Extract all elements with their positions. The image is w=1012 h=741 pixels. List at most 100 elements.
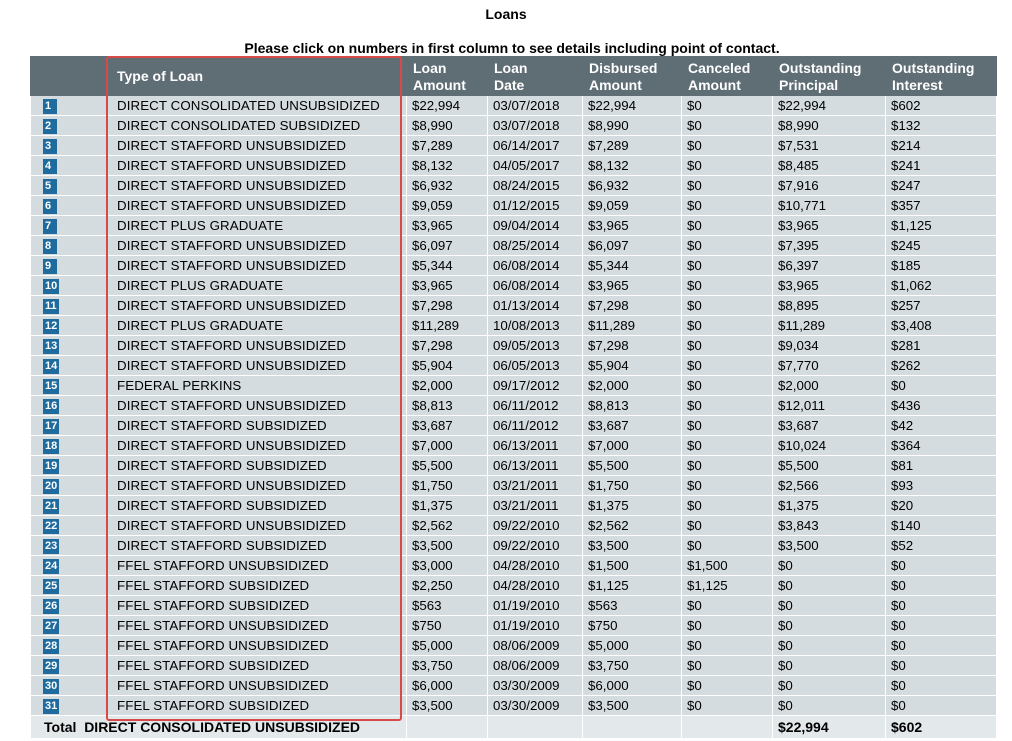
row-number-cell: 2 [30,115,107,136]
loan-detail-link[interactable]: 24 [43,558,60,574]
outstanding-interest-cell: $0 [885,575,997,596]
canceled-amount-cell: $0 [681,595,773,616]
canceled-amount-cell: $0 [681,455,773,476]
disbursed-amount-cell: $2,562 [582,515,682,536]
loan-detail-link[interactable]: 9 [43,258,57,274]
canceled-amount-cell: $0 [681,495,773,516]
loan-date-cell: 01/19/2010 [487,615,583,636]
outstanding-interest-cell: $42 [885,415,997,436]
loan-detail-link[interactable]: 10 [43,278,60,294]
loan-amount-cell: $8,132 [406,155,488,176]
loan-detail-link[interactable]: 4 [43,158,57,174]
table-row: 26 FFEL STAFFORD SUBSIDIZED $563 01/19/2010… [30,595,997,616]
total-empty-cell [406,715,488,739]
loan-amount-cell: $7,298 [406,295,488,316]
loan-detail-link[interactable]: 12 [43,318,60,334]
loan-detail-link[interactable]: 11 [43,298,59,314]
loan-detail-link[interactable]: 26 [43,598,60,614]
loan-type-cell: FFEL STAFFORD UNSUBSIDIZED [106,615,407,636]
loan-type-cell: DIRECT STAFFORD SUBSIDIZED [106,535,407,556]
loan-detail-link[interactable]: 25 [43,578,60,594]
loan-date-cell: 03/30/2009 [487,695,583,716]
loan-detail-link[interactable]: 21 [43,498,60,514]
loan-amount-cell: $11,289 [406,315,488,336]
loan-detail-link[interactable]: 27 [43,618,60,634]
loan-type-cell: DIRECT CONSOLIDATED SUBSIDIZED [106,115,407,136]
loan-date-cell: 09/04/2014 [487,215,583,236]
outstanding-interest-cell: $0 [885,555,997,576]
loan-detail-link[interactable]: 29 [43,658,60,674]
loan-detail-link[interactable]: 16 [43,398,60,414]
loan-detail-link[interactable]: 13 [43,338,60,354]
table-row: 20 DIRECT STAFFORD UNSUBSIDIZED $1,750 03/2… [30,475,997,496]
loan-detail-link[interactable]: 15 [43,378,60,394]
table-row: 13 DIRECT STAFFORD UNSUBSIDIZED $7,298 09/0… [30,335,997,356]
loan-type-cell: DIRECT PLUS GRADUATE [106,215,407,236]
outstanding-principal-cell: $11,289 [772,315,886,336]
loan-detail-link[interactable]: 28 [43,638,60,654]
disbursed-amount-cell: $5,500 [582,455,682,476]
outstanding-principal-cell: $0 [772,695,886,716]
row-number-cell: 25 [30,575,107,596]
outstanding-principal-cell: $8,990 [772,115,886,136]
loan-date-cell: 06/05/2013 [487,355,583,376]
loan-type-cell: FEDERAL PERKINS [106,375,407,396]
table-row: 9 DIRECT STAFFORD UNSUBSIDIZED $5,344 06/08… [30,255,997,276]
loan-type-cell: DIRECT STAFFORD UNSUBSIDIZED [106,335,407,356]
canceled-amount-cell: $0 [681,215,773,236]
header-loan-amount-line1: Loan [413,60,447,76]
loan-date-cell: 08/06/2009 [487,655,583,676]
loan-amount-cell: $2,250 [406,575,488,596]
loan-detail-link[interactable]: 31 [43,698,60,714]
loan-detail-link[interactable]: 30 [43,678,60,694]
table-row: 5 DIRECT STAFFORD UNSUBSIDIZED $6,932 08/24… [30,175,997,196]
outstanding-interest-cell: $0 [885,615,997,636]
total-empty-cell [487,715,583,739]
disbursed-amount-cell: $8,813 [582,395,682,416]
outstanding-principal-cell: $7,916 [772,175,886,196]
loan-date-cell: 09/05/2013 [487,335,583,356]
loan-date-cell: 06/13/2011 [487,455,583,476]
loan-detail-link[interactable]: 2 [43,118,57,134]
outstanding-interest-cell: $257 [885,295,997,316]
loan-detail-link[interactable]: 23 [43,538,60,554]
header-canceled-line2: Amount [688,77,741,93]
loan-detail-link[interactable]: 7 [43,218,57,234]
table-row: 4 DIRECT STAFFORD UNSUBSIDIZED $8,132 04/05… [30,155,997,176]
loan-date-cell: 03/30/2009 [487,675,583,696]
row-number-cell: 27 [30,615,107,636]
loan-detail-link[interactable]: 19 [43,458,60,474]
loan-type-cell: FFEL STAFFORD UNSUBSIDIZED [106,675,407,696]
instructions-text: Please click on numbers in first column … [244,40,780,56]
loan-detail-link[interactable]: 8 [43,238,57,254]
disbursed-amount-cell: $7,000 [582,435,682,456]
loan-detail-link[interactable]: 6 [43,198,57,214]
table-row: 17 DIRECT STAFFORD SUBSIDIZED $3,687 06/11/… [30,415,997,436]
loan-type-cell: DIRECT STAFFORD UNSUBSIDIZED [106,235,407,256]
disbursed-amount-cell: $3,750 [582,655,682,676]
disbursed-amount-cell: $3,965 [582,275,682,296]
outstanding-interest-cell: $140 [885,515,997,536]
loan-detail-link[interactable]: 1 [43,98,57,114]
loan-detail-link[interactable]: 18 [43,438,60,454]
loan-detail-link[interactable]: 17 [43,418,60,434]
loan-detail-link[interactable]: 14 [43,358,60,374]
outstanding-interest-cell: $245 [885,235,997,256]
canceled-amount-cell: $0 [681,115,773,136]
loan-amount-cell: $8,990 [406,115,488,136]
disbursed-amount-cell: $8,990 [582,115,682,136]
table-row: 27 FFEL STAFFORD UNSUBSIDIZED $750 01/19/20… [30,615,997,636]
loan-date-cell: 06/13/2011 [487,435,583,456]
loan-detail-link[interactable]: 3 [43,138,57,154]
loan-type-cell: DIRECT STAFFORD UNSUBSIDIZED [106,475,407,496]
loan-detail-link[interactable]: 5 [43,178,57,194]
table-row: 19 DIRECT STAFFORD SUBSIDIZED $5,500 06/13/… [30,455,997,476]
loan-amount-cell: $3,687 [406,415,488,436]
loan-type-cell: DIRECT STAFFORD UNSUBSIDIZED [106,175,407,196]
disbursed-amount-cell: $3,687 [582,415,682,436]
total-label: Total [44,719,77,735]
loan-amount-cell: $563 [406,595,488,616]
row-number-cell: 31 [30,695,107,716]
loan-detail-link[interactable]: 22 [43,518,60,534]
loan-detail-link[interactable]: 20 [43,478,60,494]
